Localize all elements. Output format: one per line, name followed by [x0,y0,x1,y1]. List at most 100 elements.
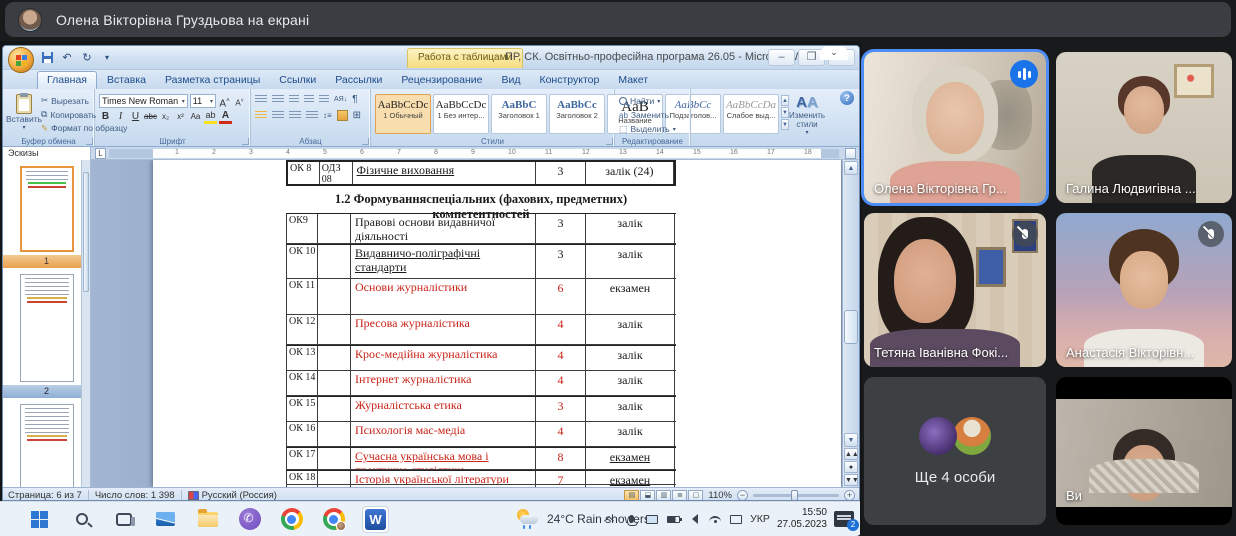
multilevel-list-icon[interactable] [289,95,299,104]
participant-tile[interactable]: Ви [1056,377,1232,525]
styles-dialog-launcher[interactable] [606,138,613,145]
style-scroll-up[interactable]: ▲ [781,95,789,106]
scroll-down-arrow[interactable]: ▼ [844,433,858,447]
language-switcher[interactable]: УКР [750,513,770,525]
table-row[interactable]: ОК 12Пресова журналістика4залік [286,315,676,345]
participant-tile[interactable]: Ще 4 особи [864,377,1046,525]
style-card[interactable]: AaBbCcDc1 Обычный [375,94,431,134]
change-case-button[interactable]: Aa [189,110,202,124]
sort-icon[interactable]: АЯ↓ [334,96,347,103]
table-row[interactable]: ОК 17Сучасна українська мова і практична… [286,447,676,470]
thumbnails-scrollbar[interactable] [81,160,90,487]
zoom-level[interactable]: 110% [708,490,732,501]
style-scroll-down[interactable]: ▼ [781,107,789,118]
font-family-combo[interactable]: Times New Roman▾ [99,94,188,108]
task-view-button[interactable] [110,506,137,533]
zoom-in-button[interactable]: + [844,490,855,501]
style-card[interactable]: AaBbCcЗаголовок 2 [549,94,605,134]
file-explorer-button[interactable] [194,506,221,533]
page-number-bar[interactable]: 2 [3,385,90,398]
previous-page-button[interactable]: ▲▲ [844,448,858,460]
participant-tile[interactable]: Тетяна Іванівна Фокі... [864,213,1046,367]
table-row[interactable]: ОК 14Інтернет журналістика4залік [286,371,676,396]
page-indicator[interactable]: Страница: 6 из 7 [8,490,82,501]
font-size-combo[interactable]: 11▾ [190,94,216,108]
viber-app-button[interactable] [236,506,263,533]
spellcheck-icon[interactable] [188,491,199,500]
superscript-button[interactable]: x² [174,110,187,124]
page-thumbnail[interactable] [20,274,74,382]
bold-button[interactable]: B [99,110,112,124]
table-row[interactable]: ОК 13Крос-медійна журналістика4залік [286,345,676,371]
ribbon-tab-вид[interactable]: Вид [492,72,529,89]
page-thumbnail[interactable] [20,404,74,487]
curriculum-table[interactable]: ОК 8ОДЗ 08Фізичне виховання3залік (24)1.… [286,160,676,487]
minimize-button[interactable]: – [768,49,795,66]
decrease-indent-icon[interactable] [304,95,314,104]
ribbon-tab-макет[interactable]: Макет [609,72,657,89]
display-cast-icon[interactable] [645,512,659,526]
document-page[interactable]: ОК 8ОДЗ 08Фізичне виховання3залік (24)1.… [153,160,841,487]
font-color-button[interactable]: A [219,110,232,124]
qat-dropdown-arrow[interactable]: ▾ [99,49,115,65]
hidden-icons-button[interactable] [603,512,617,526]
mail-app-button[interactable] [152,506,179,533]
notification-center-button[interactable]: 2 [834,511,854,527]
chevron-down-icon[interactable]: ⌄ [820,46,848,60]
table-row[interactable]: ОК 11Основи журналістики6екзамен [286,279,676,315]
print-layout-button[interactable]: ▤ [624,490,639,501]
ribbon-tab-вставка[interactable]: Вставка [98,72,155,89]
draft-view-button[interactable]: ▢ [688,490,703,501]
change-styles-button[interactable]: AA Изменить стили▾ [789,92,825,135]
save-button[interactable] [39,49,55,65]
start-button[interactable] [26,506,53,533]
ribbon-tab-рассылки[interactable]: Рассылки [326,72,391,89]
strikethrough-button[interactable]: abc [144,110,157,124]
ribbon-tab-конструктор[interactable]: Конструктор [530,72,608,89]
help-button[interactable]: ? [840,91,854,105]
volume-icon[interactable] [687,512,701,526]
vertical-scrollbar[interactable]: ▲ ▼ ▲▲ ● ▼▼ [842,160,859,487]
scrollbar-thumb[interactable] [844,310,858,344]
ribbon-tab-ссылки[interactable]: Ссылки [270,72,325,89]
table-row[interactable]: ОК9Правові основи видавничої діяльності3… [286,213,676,244]
chrome-button[interactable] [278,506,305,533]
table-row[interactable]: ОК 16Психологія мас-медіа4залік [286,422,676,447]
style-card[interactable]: AaBbCcDaСлабое выд... [723,94,779,134]
align-left-icon[interactable] [255,111,267,120]
zoom-slider[interactable] [753,494,839,497]
fullscreen-reading-button[interactable]: ⬓ [640,490,655,501]
bullets-icon[interactable] [255,95,267,104]
align-center-icon[interactable] [272,111,284,120]
page-number-bar[interactable]: 1 [3,255,90,268]
paste-button[interactable]: Вставить▾ [7,92,41,135]
language-indicator[interactable]: Русский (Россия) [202,490,277,501]
word-titlebar[interactable]: ↶ ↻ ▾ Работа с таблицами ПР, СК. Освітнь… [3,46,859,70]
web-layout-button[interactable]: ▥ [656,490,671,501]
numbering-icon[interactable] [272,95,284,104]
shading-icon[interactable] [337,110,348,121]
wifi-icon[interactable] [708,512,722,526]
subscript-button[interactable]: x₂ [159,110,172,124]
word-taskbar-button[interactable]: W [362,506,389,533]
scroll-up-arrow[interactable]: ▲ [844,161,858,175]
align-right-icon[interactable] [289,111,301,120]
battery-icon[interactable] [666,512,680,526]
page-thumbnail[interactable] [20,166,74,252]
justify-icon[interactable] [306,111,318,120]
pilcrow-icon[interactable]: ¶ [352,94,357,105]
microphone-icon[interactable] [624,512,638,526]
find-button[interactable]: Найти▾ [619,94,686,108]
style-card[interactable]: AaBbCЗаголовок 1 [491,94,547,134]
table-row[interactable]: ОК 18Історія української літератури7екза… [286,470,676,485]
keyboard-icon[interactable] [729,512,743,526]
select-button[interactable]: ⬚Выделить▾ [619,122,686,136]
office-button[interactable] [8,47,34,73]
font-dialog-launcher[interactable] [242,138,249,145]
undo-button[interactable]: ↶ [59,49,75,65]
style-gallery-more[interactable]: ▼ [781,119,789,130]
highlight-button[interactable]: ab [204,110,217,124]
increase-indent-icon[interactable] [319,95,329,104]
ribbon-tab-главная[interactable]: Главная [37,71,97,89]
zoom-out-button[interactable]: − [737,490,748,501]
